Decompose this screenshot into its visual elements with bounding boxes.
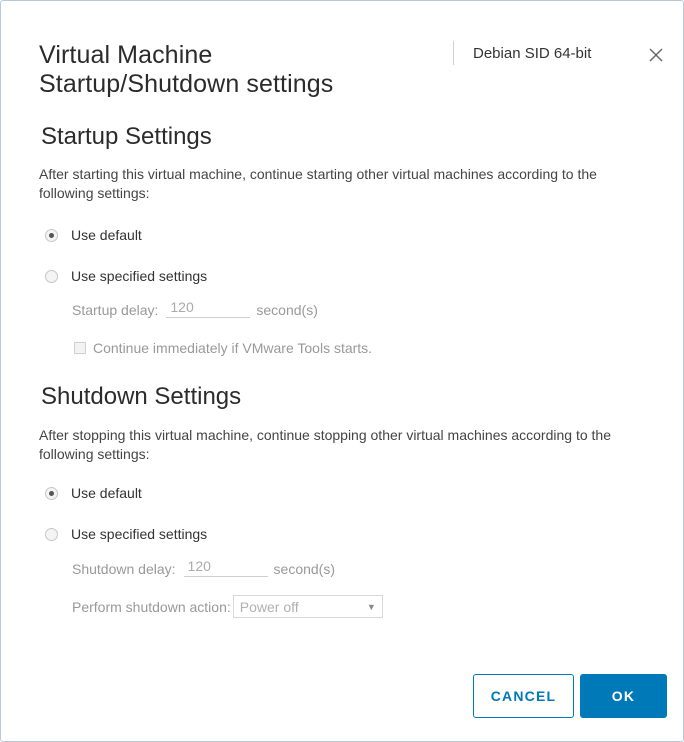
dialog-title-line1: Virtual Machine	[39, 41, 213, 69]
shutdown-description: After stopping this virtual machine, con…	[39, 427, 611, 462]
vmware-tools-checkbox[interactable]: Continue immediately if VMware Tools sta…	[74, 340, 372, 356]
shutdown-action-row: Perform shutdown action: Power off ▼	[72, 595, 383, 618]
dialog-title: Virtual Machine Startup/Shutdown setting…	[39, 41, 333, 99]
shutdown-action-label: Perform shutdown action:	[72, 598, 231, 615]
shutdown-delay-label: Shutdown delay:	[72, 561, 176, 577]
shutdown-delay-unit: second(s)	[273, 561, 335, 577]
startup-delay-unit: second(s)	[256, 302, 318, 318]
close-button[interactable]	[646, 45, 666, 65]
startup-delay-row: Startup delay: second(s)	[72, 296, 318, 318]
radio-checked-icon	[45, 486, 58, 500]
dialog-title-line2: Startup/Shutdown settings	[39, 70, 334, 98]
startup-specified-radio[interactable]: Use specified settings	[45, 268, 207, 284]
startup-description: After starting this virtual machine, con…	[39, 166, 597, 201]
startup-delay-input[interactable]	[166, 296, 251, 318]
vm-name: Debian SID 64-bit	[473, 45, 592, 62]
startup-delay-label: Startup delay:	[72, 302, 159, 318]
ok-button[interactable]: OK	[580, 674, 667, 718]
shutdown-specified-radio[interactable]: Use specified settings	[45, 526, 207, 542]
shutdown-specified-label: Use specified settings	[71, 526, 208, 542]
close-icon	[649, 48, 663, 62]
startup-default-label: Use default	[71, 227, 142, 243]
title-divider	[453, 41, 454, 65]
shutdown-default-radio[interactable]: Use default	[45, 485, 142, 501]
startup-heading: Startup Settings	[41, 123, 212, 150]
checkbox-icon	[74, 342, 86, 354]
radio-unchecked-icon	[45, 527, 58, 541]
shutdown-action-select[interactable]: Power off ▼	[232, 595, 383, 618]
startup-shutdown-dialog: Virtual Machine Startup/Shutdown setting…	[0, 0, 684, 742]
chevron-down-icon: ▼	[366, 601, 376, 612]
shutdown-delay-input[interactable]	[183, 555, 268, 577]
shutdown-action-value: Power off	[239, 598, 299, 615]
shutdown-default-label: Use default	[71, 485, 142, 501]
shutdown-delay-row: Shutdown delay: second(s)	[72, 555, 335, 577]
cancel-button[interactable]: CANCEL	[473, 674, 574, 718]
vmware-tools-label: Continue immediately if VMware Tools sta…	[93, 340, 373, 356]
startup-default-radio[interactable]: Use default	[45, 227, 142, 243]
shutdown-heading: Shutdown Settings	[41, 383, 242, 410]
radio-checked-icon	[45, 228, 58, 242]
radio-unchecked-icon	[45, 269, 58, 283]
startup-specified-label: Use specified settings	[71, 268, 208, 284]
